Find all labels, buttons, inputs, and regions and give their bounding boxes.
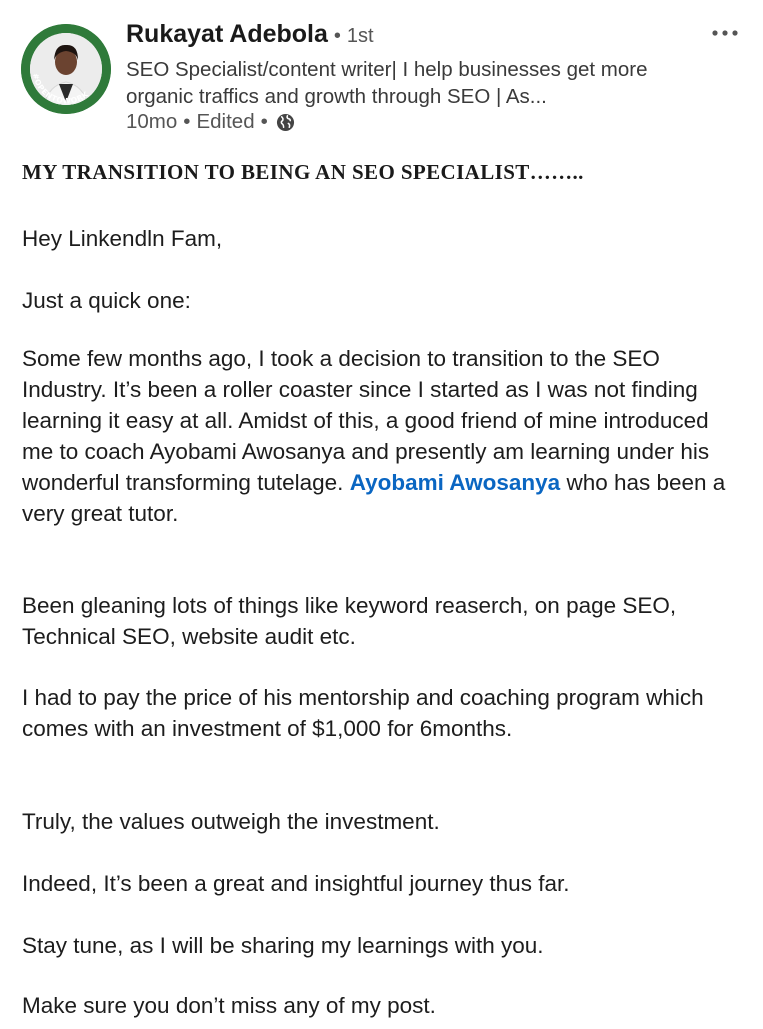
post-paragraph-3: I had to pay the price of his mentorship… — [22, 685, 704, 741]
edited-label: Edited — [196, 110, 255, 133]
mention-link[interactable]: Ayobami Awosanya — [350, 470, 561, 495]
separator: • — [260, 110, 268, 133]
author-headline[interactable]: SEO Specialist/content writer| I help bu… — [126, 56, 686, 110]
post-paragraph-2: Been gleaning lots of things like keywor… — [22, 593, 677, 649]
more-options-button[interactable] — [705, 18, 745, 48]
post-title: MY TRANSITION TO BEING AN SEO SPECIALIST… — [22, 160, 584, 184]
post-intro: Just a quick one: — [22, 288, 191, 313]
author-name[interactable]: Rukayat Adebola — [126, 20, 328, 49]
post-paragraph-5: Indeed, It’s been a great and insightful… — [22, 871, 570, 896]
author-name-line: Rukayat Adebola • 1st — [126, 20, 374, 54]
more-horizontal-icon — [712, 30, 738, 36]
post-meta: 10mo • Edited • — [126, 108, 295, 136]
post-time: 10mo — [126, 110, 178, 133]
connection-degree: 1st — [346, 25, 374, 47]
post-paragraph-7: Make sure you don’t miss any of my post. — [22, 993, 436, 1018]
separator: • — [183, 110, 191, 133]
author-avatar[interactable]: #OPENTOWORK — [21, 24, 111, 114]
post-paragraph-4: Truly, the values outweigh the investmen… — [22, 809, 440, 834]
post-paragraph-1: Some few months ago, I took a decision t… — [22, 343, 742, 529]
globe-icon — [276, 113, 295, 132]
separator: • — [333, 25, 341, 47]
post-greeting: Hey Linkendln Fam, — [22, 226, 223, 251]
post-paragraph-6: Stay tune, as I will be sharing my learn… — [22, 933, 544, 958]
feed-post: #OPENTOWORK Rukayat Adebola • 1st SEO Sp… — [0, 0, 763, 1029]
avatar-image: #OPENTOWORK — [21, 24, 111, 114]
